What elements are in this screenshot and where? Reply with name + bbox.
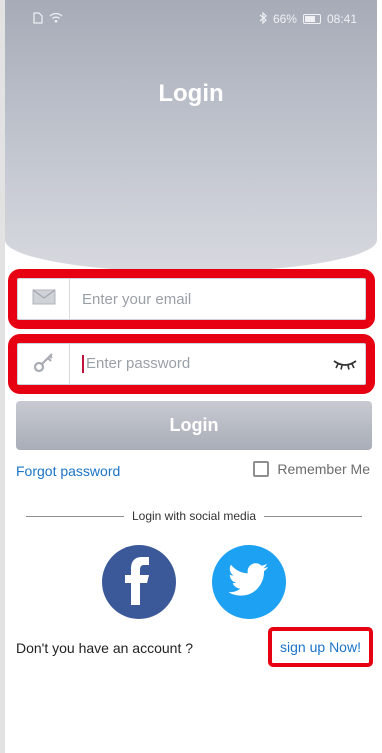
password-placeholder: Enter password — [86, 354, 191, 372]
twitter-icon — [228, 562, 269, 602]
remember-me-checkbox[interactable] — [253, 461, 270, 477]
password-field[interactable]: Enter password — [17, 343, 366, 385]
facebook-icon — [122, 555, 156, 610]
wifi-icon — [49, 12, 63, 26]
email-field-highlight: Enter your email — [8, 269, 375, 329]
header-banner: 66% 08:41 Login — [5, 0, 377, 272]
forgot-password-link[interactable]: Forgot password — [16, 463, 120, 479]
no-account-prompt: Don't you have an account ? — [16, 640, 194, 656]
key-icon — [33, 351, 55, 378]
battery-percent: 66% — [272, 12, 297, 26]
signup-link[interactable]: sign up Now! — [268, 627, 373, 667]
text-caret — [82, 355, 84, 374]
remember-me-label: Remember Me — [277, 461, 370, 477]
battery-icon — [302, 14, 321, 24]
divider-line-left — [26, 515, 124, 517]
social-divider: Login with social media — [26, 509, 363, 523]
status-bar: 66% 08:41 — [33, 10, 357, 28]
password-field-highlight: Enter password — [8, 334, 375, 394]
email-icon-cell — [18, 279, 70, 319]
divider-line-right — [264, 515, 363, 517]
password-icon-cell — [18, 344, 70, 384]
password-input[interactable]: Enter password — [70, 354, 325, 374]
envelope-icon — [32, 289, 56, 310]
facebook-button[interactable] — [102, 545, 176, 619]
page-title: Login — [158, 80, 224, 107]
email-input[interactable]: Enter your email — [70, 291, 365, 308]
sim-icon — [33, 11, 43, 27]
twitter-button[interactable] — [212, 545, 286, 619]
login-button[interactable]: Login — [16, 401, 372, 450]
eye-hidden-icon[interactable] — [325, 357, 365, 371]
social-divider-label: Login with social media — [131, 509, 257, 523]
remember-me[interactable]: Remember Me — [253, 461, 370, 477]
clock: 08:41 — [326, 12, 357, 26]
email-field[interactable]: Enter your email — [17, 278, 366, 320]
bluetooth-icon — [259, 11, 267, 27]
